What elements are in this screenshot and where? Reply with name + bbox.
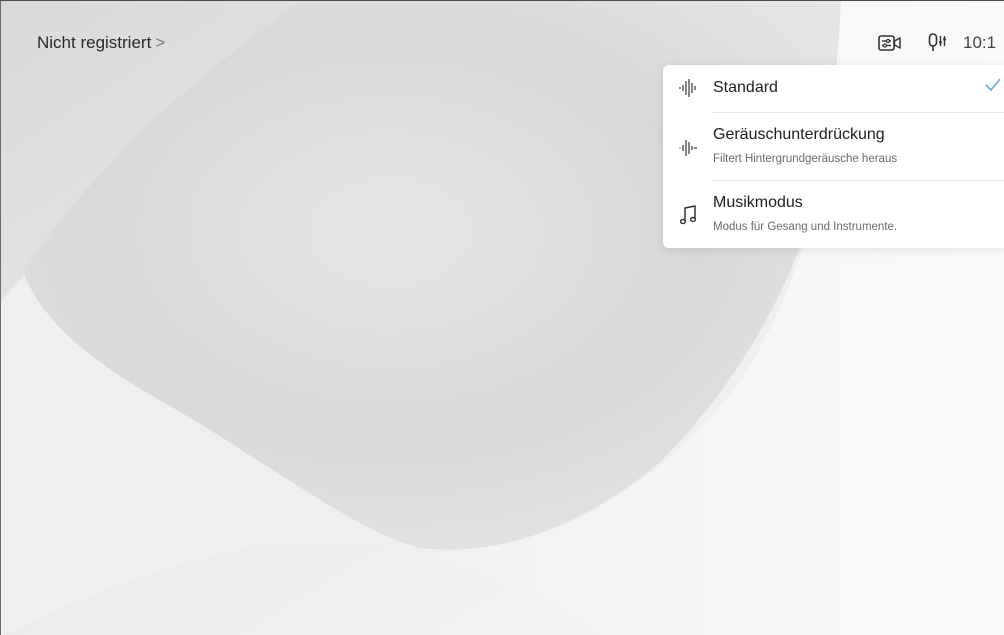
clock-time: 10:1 — [963, 33, 997, 52]
device-screen: Nicht registriert > 10:1 Standard Geräus… — [0, 0, 1004, 635]
music-note-icon — [677, 204, 699, 226]
menu-item-subtitle: Modus für Gesang und Instrumente. — [713, 221, 898, 233]
registration-status[interactable]: Nicht registriert > — [37, 33, 165, 53]
menu-item-music-mode[interactable]: Musikmodus Modus für Gesang und Instrume… — [663, 181, 1004, 248]
menu-item-subtitle: Filtert Hintergrundgeräusche heraus — [713, 153, 898, 165]
menu-item-noise-reduction[interactable]: Geräuschunterdrückung Filtert Hintergrun… — [663, 113, 1004, 179]
menu-item-standard[interactable]: Standard — [663, 65, 1004, 111]
status-right-area: 10:1 — [877, 31, 996, 55]
registration-label: Nicht registriert — [37, 33, 152, 52]
menu-item-title: Geräuschunterdrückung — [713, 126, 885, 143]
waveform-icon — [677, 77, 699, 99]
menu-item-title: Musikmodus — [713, 194, 803, 211]
checkmark-icon — [985, 78, 1001, 97]
microphone-settings-icon[interactable] — [925, 31, 951, 55]
noise-reduction-waveform-icon — [677, 137, 699, 159]
camera-controls-icon[interactable] — [877, 31, 903, 55]
chevron-right-icon: > — [155, 33, 166, 52]
menu-item-title: Standard — [713, 79, 778, 96]
audio-mode-menu: Standard Geräuschunterdrückung Filtert H… — [663, 65, 1004, 248]
